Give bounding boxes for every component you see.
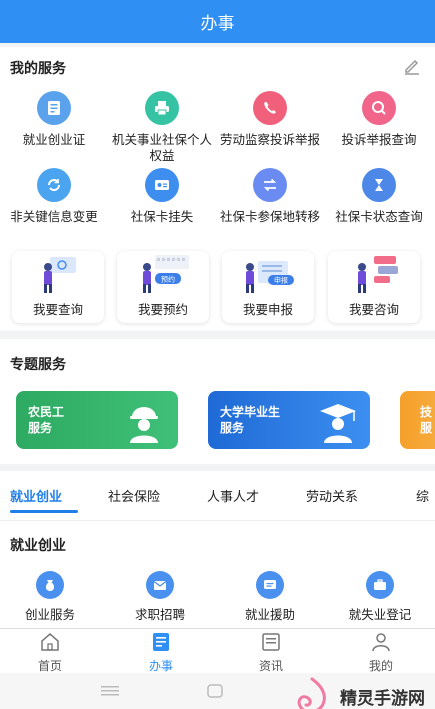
employment-label: 就业援助 [244,607,295,622]
banner-line1: 技 [420,405,433,419]
quick-query-card[interactable]: 我要查询 [12,251,104,323]
worker-helmet-icon [130,407,158,443]
svg-text:预约: 预约 [161,275,175,284]
page-title: 办事 [200,14,235,34]
service-item-card-transfer[interactable]: 社保卡参保地转移 [216,168,324,225]
quick-appointment-card[interactable]: 预约 我要预约 [117,251,209,323]
quick-consult-card[interactable]: 我要咨询 [328,251,420,323]
nav-mine[interactable]: 我的 [351,631,411,674]
tab-employment[interactable]: 就业创业 [10,486,62,505]
service-label: 就业创业证 [22,132,86,147]
service-label: 非关键信息变更 [10,209,98,224]
nav-label: 资讯 [258,659,283,673]
service-label: 劳动监察投诉举报 [219,132,320,147]
nav-label: 首页 [37,659,62,673]
banner-line2: 服务 [220,421,245,435]
menu-icon[interactable] [101,685,119,697]
service-item-card-loss[interactable]: 社保卡挂失 [108,168,216,225]
header: 办事 [0,0,435,43]
id-card-icon [37,91,71,125]
service-item-personal-rights[interactable]: 机关事业社保个人权益 [108,91,216,164]
user-icon [372,633,390,652]
service-label: 投诉举报查询 [341,132,417,147]
banner-line1: 大学毕业生 [220,405,281,419]
envelope-icon [146,571,174,599]
hourglass-icon [362,168,396,202]
service-label: 社保卡参保地转移 [219,209,320,224]
appointment-illustration: 预约 [117,251,209,297]
message-icon [256,571,284,599]
bottom-nav: 首页 办事 资讯 我的 [0,628,435,673]
consult-illustration [328,251,420,297]
watermark-logo-icon [297,677,326,709]
service-item-card-status[interactable]: 社保卡状态查询 [325,168,433,225]
svg-text:申报: 申报 [274,276,288,285]
banner-skills[interactable]: 技服 [400,391,435,449]
tab-comprehensive[interactable]: 综 [416,486,429,505]
briefcase-icon [366,571,394,599]
news-icon [262,633,280,651]
banner-line2: 服务 [28,421,53,435]
watermark-text: 精灵手游网 [340,688,425,709]
graduation-cap-icon [320,404,356,443]
quick-label: 我要咨询 [348,302,399,317]
card-icon [145,168,179,202]
employment-item-registration[interactable]: 就失业登记 [330,571,430,623]
employment-title: 就业创业 [10,538,66,554]
service-item-labor-complaint[interactable]: 劳动监察投诉举报 [216,91,324,148]
service-item-info-change[interactable]: 非关键信息变更 [0,168,108,225]
apply-illustration: 申报 [222,251,314,297]
service-label: 社保卡挂失 [130,209,194,224]
quick-label: 我要查询 [32,302,83,317]
special-services-title: 专题服务 [10,357,66,373]
employment-item-startup[interactable]: 创业服务 [0,571,100,623]
nav-label: 办事 [148,659,173,673]
quick-apply-card[interactable]: 申报 我要申报 [222,251,314,323]
employment-item-assistance[interactable]: 就业援助 [220,571,320,623]
employment-item-recruitment[interactable]: 求职招聘 [110,571,210,623]
printer-icon [145,91,179,125]
magnifier-icon [362,91,396,125]
service-label: 社保卡状态查询 [335,209,423,224]
divider [0,520,435,521]
banner-line2: 服 [420,421,433,435]
home-button-icon[interactable] [207,684,223,698]
nav-home[interactable]: 首页 [20,631,80,674]
quick-label: 我要预约 [137,302,188,317]
transfer-icon [253,168,287,202]
nav-news[interactable]: 资讯 [241,631,301,674]
banner-graduates[interactable]: 大学毕业生 服务 [208,391,370,449]
nav-label: 我的 [368,659,393,673]
document-icon [153,633,169,651]
tab-social-insurance[interactable]: 社会保险 [108,486,160,505]
edit-icon[interactable] [403,57,421,75]
phone-icon [253,91,287,125]
home-icon [41,633,59,651]
bag-icon [36,571,64,599]
active-tab-indicator [10,510,78,513]
banner-line1: 农民工 [28,405,65,419]
my-services-title: 我的服务 [10,61,66,77]
tab-personnel[interactable]: 人事人才 [207,486,259,505]
banner-migrant-workers[interactable]: 农民工 服务 [16,391,178,449]
tab-labor-relations[interactable]: 劳动关系 [306,486,358,505]
employment-label: 求职招聘 [134,607,185,622]
app-screen: 办事 我的服务 就业创业证 机关事业社保个人权益 劳动监察投诉举报 投诉举报查询… [0,0,435,709]
service-item-complaint-query[interactable]: 投诉举报查询 [325,91,433,148]
employment-label: 创业服务 [24,607,75,622]
query-illustration [12,251,104,297]
service-item-employment-card[interactable]: 就业创业证 [0,91,108,148]
service-label: 机关事业社保个人权益 [111,132,212,163]
watermark: 精灵手游网 [292,676,425,709]
employment-label: 就失业登记 [348,607,412,622]
quick-label: 我要申报 [242,302,293,317]
nav-affairs[interactable]: 办事 [131,631,191,674]
refresh-icon [37,168,71,202]
